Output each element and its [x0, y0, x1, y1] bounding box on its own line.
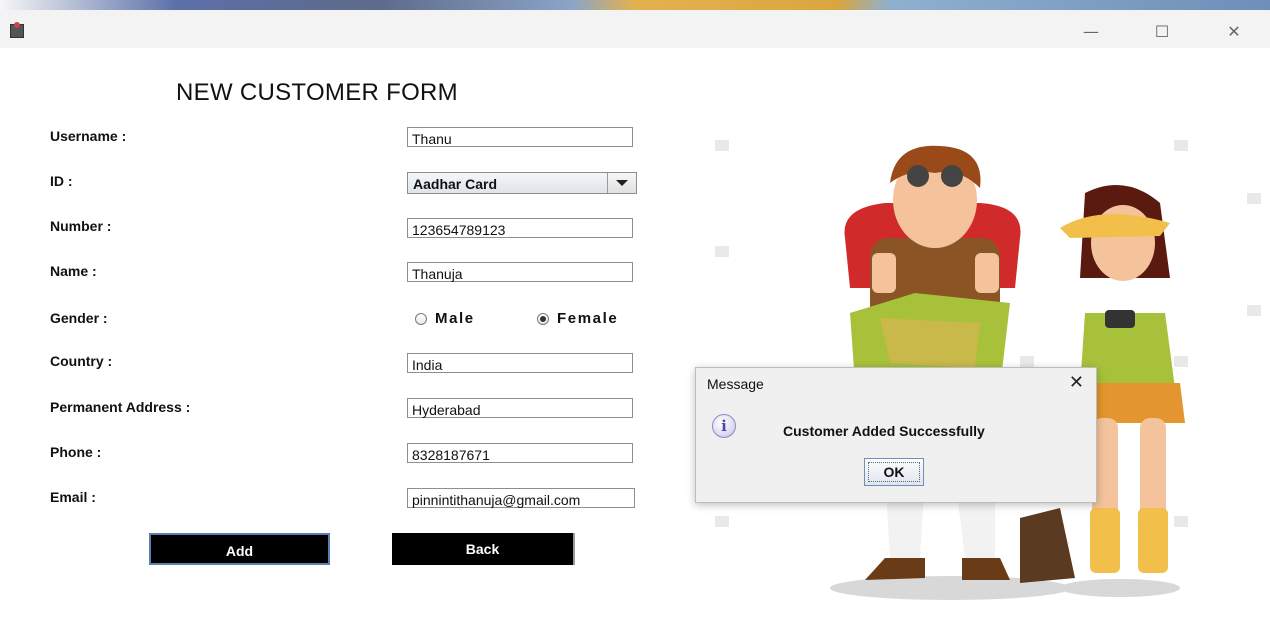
ok-button[interactable]: OK — [864, 458, 924, 486]
username-field[interactable]: Thanu — [407, 127, 633, 147]
number-label: Number : — [50, 218, 112, 234]
close-icon[interactable]: ✕ — [1069, 372, 1084, 393]
radio-unselected-icon — [415, 312, 427, 325]
id-label: ID : — [50, 173, 73, 189]
name-field[interactable]: Thanuja — [407, 262, 633, 282]
country-field[interactable]: India — [407, 353, 633, 373]
gender-radio-male[interactable]: Male — [415, 310, 475, 327]
maximize-button[interactable]: ☐ — [1147, 22, 1177, 42]
gender-female-label: Female — [557, 310, 619, 327]
id-select-value: Aadhar Card — [413, 176, 498, 192]
gender-label: Gender : — [50, 310, 108, 326]
info-icon: i — [712, 414, 736, 438]
id-select[interactable]: Aadhar Card — [407, 172, 637, 194]
close-button[interactable]: ✕ — [1219, 22, 1249, 42]
phone-field[interactable]: 8328187671 — [407, 443, 633, 463]
address-label: Permanent Address : — [50, 399, 191, 415]
message-dialog[interactable]: Message ✕ i Customer Added Successfully … — [695, 367, 1097, 503]
page-title: NEW CUSTOMER FORM — [176, 79, 458, 106]
gender-radio-female[interactable]: Female — [537, 310, 618, 327]
dialog-title: Message — [707, 376, 764, 392]
form-panel: NEW CUSTOMER FORM Username : Thanu ID : … — [0, 48, 1270, 624]
window-top-strip — [0, 0, 1270, 10]
username-label: Username : — [50, 128, 127, 144]
radio-selected-icon — [537, 312, 549, 325]
app-icon — [10, 22, 24, 38]
email-label: Email : — [50, 489, 96, 505]
phone-label: Phone : — [50, 444, 102, 460]
country-label: Country : — [50, 353, 113, 369]
email-field[interactable]: pinnintithanuja@gmail.com — [407, 488, 635, 508]
window-titlebar[interactable]: — ☐ ✕ — [0, 10, 1270, 48]
address-field[interactable]: Hyderabad — [407, 398, 633, 418]
travelers-illustration — [715, 140, 1261, 600]
back-button[interactable]: Back — [392, 533, 575, 565]
add-button[interactable]: Add — [149, 533, 330, 565]
name-label: Name : — [50, 263, 97, 279]
number-field[interactable]: 123654789123 — [407, 218, 633, 238]
gender-male-label: Male — [435, 310, 475, 327]
dialog-message: Customer Added Successfully — [783, 423, 985, 439]
minimize-button[interactable]: — — [1076, 22, 1106, 42]
chevron-down-icon[interactable] — [607, 173, 636, 193]
